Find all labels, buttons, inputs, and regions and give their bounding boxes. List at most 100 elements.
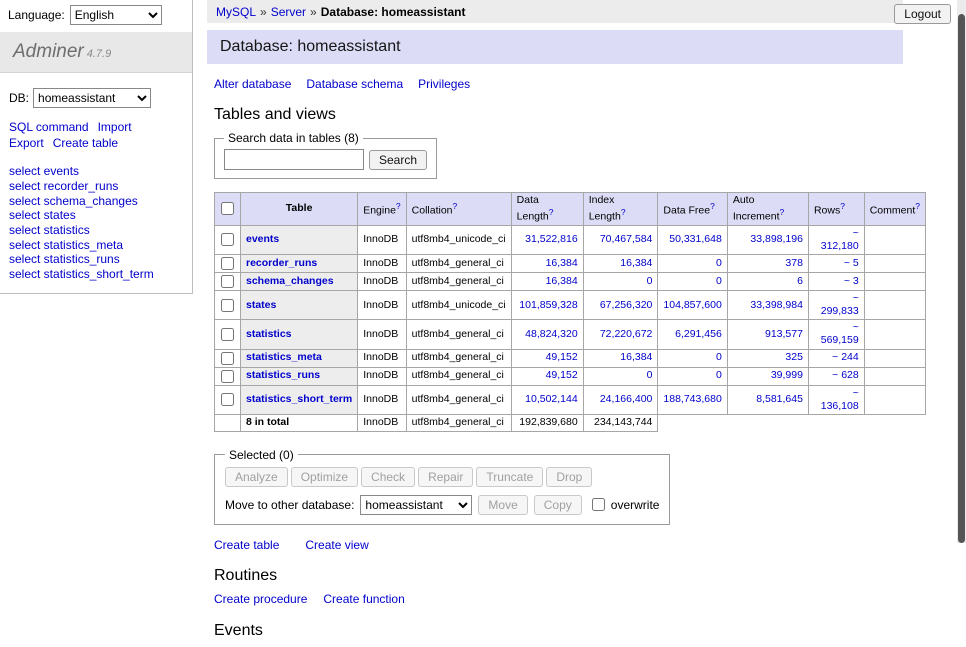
data-length-link[interactable]: 101,859,328 [519, 299, 577, 311]
optimize-button[interactable]: Optimize [291, 467, 358, 487]
data-free-link[interactable]: 50,331,648 [669, 233, 722, 245]
auto-increment-link[interactable]: 6 [797, 275, 803, 287]
data-length-link[interactable]: 16,384 [546, 275, 578, 287]
search-input[interactable] [224, 149, 364, 170]
create-function-link[interactable]: Create function [323, 592, 404, 606]
index-length-link[interactable]: 70,467,584 [600, 233, 653, 245]
copy-button[interactable]: Copy [534, 495, 582, 515]
row-checkbox[interactable] [221, 352, 234, 365]
data-length-link[interactable]: 10,502,144 [525, 393, 578, 405]
rows-link[interactable]: ~ 569,159 [821, 321, 859, 346]
data-length-link[interactable]: 49,152 [546, 351, 578, 363]
data-free-link[interactable]: 0 [716, 351, 722, 363]
row-checkbox[interactable] [221, 257, 234, 270]
search-button[interactable]: Search [369, 150, 427, 170]
data-free-link[interactable]: 188,743,680 [663, 393, 721, 405]
auto-increment-link[interactable]: 325 [785, 351, 803, 363]
rows-link[interactable]: ~ 244 [832, 351, 859, 363]
drop-button[interactable]: Drop [546, 467, 592, 487]
scrollbar-thumb[interactable] [958, 14, 965, 543]
analyze-button[interactable]: Analyze [225, 467, 288, 487]
auto-increment-link[interactable]: 33,398,984 [750, 299, 803, 311]
row-checkbox[interactable] [221, 328, 234, 341]
data-length-link[interactable]: 16,384 [546, 257, 578, 269]
data-free-link[interactable]: 6,291,456 [675, 328, 722, 340]
index-length-link[interactable]: 67,256,320 [600, 299, 653, 311]
auto-increment-link[interactable]: 378 [785, 257, 803, 269]
select-statistics-short-term-link[interactable]: select statistics_short_term [9, 267, 154, 281]
help-link[interactable]: ? [780, 207, 785, 217]
select-statistics-link[interactable]: select statistics [9, 223, 90, 237]
breadcrumb-server-link[interactable]: Server [271, 5, 306, 19]
data-free-link[interactable]: 104,857,600 [663, 299, 721, 311]
rows-link[interactable]: ~ 628 [832, 369, 859, 381]
table-name-link[interactable]: statistics_meta [246, 351, 322, 363]
select-statistics-runs-link[interactable]: select statistics_runs [9, 252, 120, 266]
help-link[interactable]: ? [710, 201, 715, 211]
help-link[interactable]: ? [549, 207, 554, 217]
sidebar-export-link[interactable]: Export [9, 136, 44, 150]
select-statistics-meta-link[interactable]: select statistics_meta [9, 238, 123, 252]
data-free-link[interactable]: 0 [716, 369, 722, 381]
table-name-link[interactable]: schema_changes [246, 275, 334, 287]
select-states-link[interactable]: select states [9, 208, 76, 222]
help-link[interactable]: ? [915, 201, 920, 211]
row-checkbox[interactable] [221, 370, 234, 383]
alter-database-link[interactable]: Alter database [214, 77, 291, 91]
create-procedure-link[interactable]: Create procedure [214, 592, 307, 606]
create-view-link[interactable]: Create view [305, 538, 368, 552]
privileges-link[interactable]: Privileges [418, 77, 470, 91]
table-name-link[interactable]: recorder_runs [246, 257, 317, 269]
rows-link[interactable]: ~ 5 [844, 257, 859, 269]
overwrite-checkbox[interactable] [592, 498, 605, 511]
sidebar-sql-command-link[interactable]: SQL command [9, 120, 89, 134]
breadcrumb-mysql-link[interactable]: MySQL [216, 5, 256, 19]
rows-link[interactable]: ~ 312,180 [821, 227, 859, 252]
help-link[interactable]: ? [621, 207, 626, 217]
auto-increment-link[interactable]: 33,898,196 [750, 233, 803, 245]
rows-link[interactable]: ~ 3 [844, 275, 859, 287]
data-length-link[interactable]: 48,824,320 [525, 328, 578, 340]
row-checkbox[interactable] [221, 233, 234, 246]
rows-link[interactable]: ~ 299,833 [821, 292, 859, 317]
index-length-link[interactable]: 16,384 [620, 257, 652, 269]
auto-increment-link[interactable]: 913,577 [765, 328, 803, 340]
create-table-link[interactable]: Create table [214, 538, 279, 552]
table-name-link[interactable]: statistics_runs [246, 369, 320, 381]
data-length-link[interactable]: 31,522,816 [525, 233, 578, 245]
language-select[interactable]: English [70, 5, 162, 25]
data-length-link[interactable]: 49,152 [546, 369, 578, 381]
index-length-link[interactable]: 16,384 [620, 351, 652, 363]
table-name-link[interactable]: events [246, 233, 279, 245]
row-checkbox[interactable] [221, 275, 234, 288]
sidebar-import-link[interactable]: Import [98, 120, 132, 134]
index-length-link[interactable]: 24,166,400 [600, 393, 653, 405]
move-button[interactable]: Move [478, 495, 527, 515]
rows-link[interactable]: ~ 136,108 [821, 387, 859, 412]
select-all-checkbox[interactable] [221, 202, 234, 215]
help-link[interactable]: ? [840, 201, 845, 211]
logo-text[interactable]: Adminer [13, 41, 84, 62]
data-free-link[interactable]: 0 [716, 275, 722, 287]
auto-increment-link[interactable]: 8,581,645 [756, 393, 803, 405]
select-recorder-runs-link[interactable]: select recorder_runs [9, 179, 118, 193]
truncate-button[interactable]: Truncate [476, 467, 543, 487]
row-checkbox[interactable] [221, 393, 234, 406]
row-checkbox[interactable] [221, 299, 234, 312]
table-name-link[interactable]: statistics [246, 328, 292, 340]
logout-button[interactable]: Logout [894, 4, 951, 24]
help-link[interactable]: ? [396, 201, 401, 211]
sidebar-create-table-link[interactable]: Create table [53, 136, 118, 150]
db-select[interactable]: homeassistant [33, 88, 151, 108]
help-link[interactable]: ? [453, 201, 458, 211]
data-free-link[interactable]: 0 [716, 257, 722, 269]
vertical-scrollbar[interactable] [957, 0, 966, 543]
table-name-link[interactable]: states [246, 299, 276, 311]
repair-button[interactable]: Repair [418, 467, 473, 487]
index-length-link[interactable]: 0 [647, 369, 653, 381]
check-button[interactable]: Check [361, 467, 415, 487]
database-schema-link[interactable]: Database schema [306, 77, 403, 91]
index-length-link[interactable]: 0 [647, 275, 653, 287]
index-length-link[interactable]: 72,220,672 [600, 328, 653, 340]
select-schema-changes-link[interactable]: select schema_changes [9, 194, 138, 208]
